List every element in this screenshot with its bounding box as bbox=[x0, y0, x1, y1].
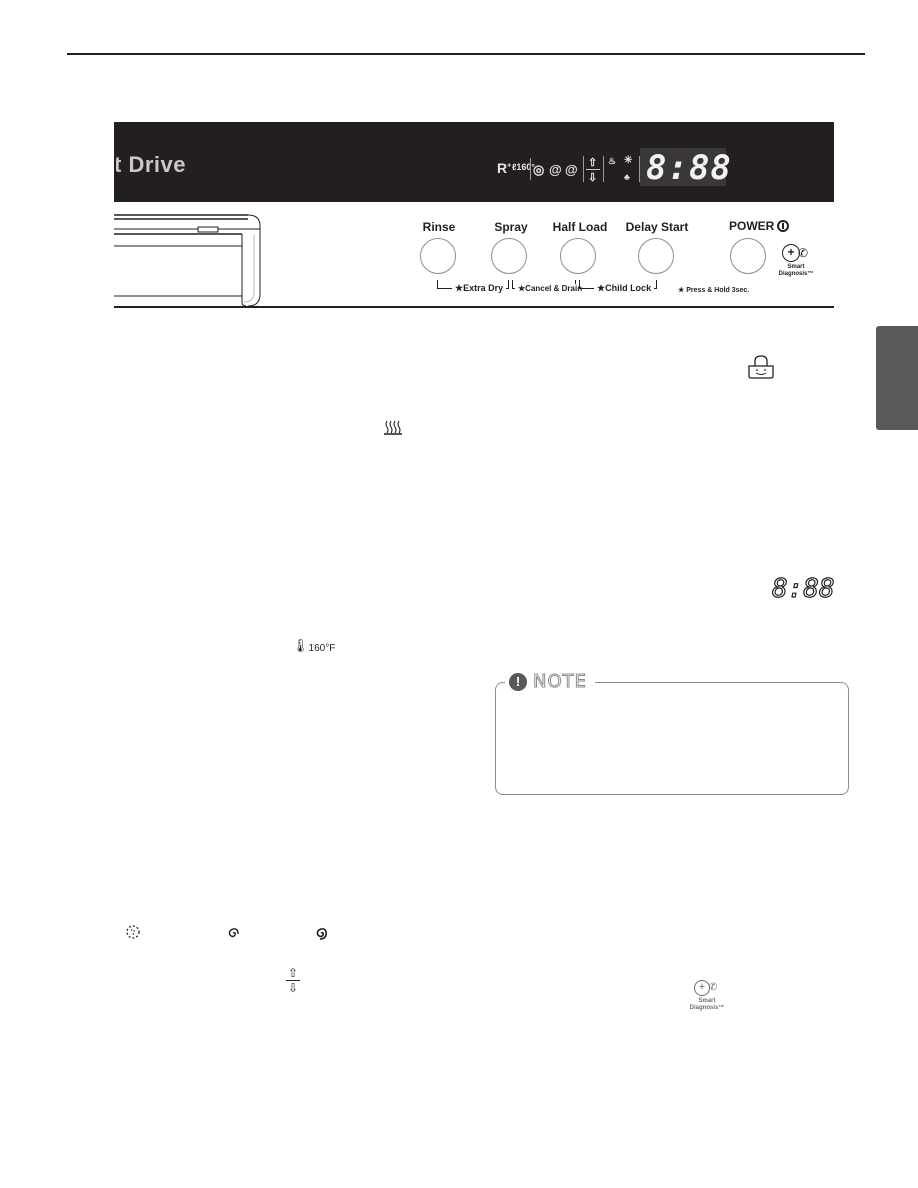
extra-dry-icon: ♨ bbox=[608, 156, 617, 166]
smart-diagnosis-logo[interactable]: + ✆ Smart Diagnosis™ bbox=[776, 244, 816, 278]
extra-dry-heat-icon bbox=[384, 420, 402, 435]
separator bbox=[530, 158, 531, 180]
section-tab bbox=[876, 326, 918, 430]
sanitize-temp-label: 160°F bbox=[308, 643, 336, 654]
child-lock-indicator-icon: ♣ bbox=[624, 172, 630, 182]
arrow-divider bbox=[586, 169, 600, 170]
arrow-down-icon: ⇩ bbox=[588, 172, 598, 184]
door-illustration bbox=[114, 214, 261, 307]
power-button[interactable] bbox=[730, 238, 766, 274]
arrow-up-down-icon: ⇧ ⇩ bbox=[286, 967, 300, 994]
smart-label: Smart bbox=[787, 264, 805, 270]
half-load-button[interactable] bbox=[560, 238, 596, 274]
arrow-up-icon: ⇧ bbox=[287, 966, 299, 980]
power-label-group: POWER bbox=[729, 219, 790, 233]
arrow-up-icon: ⇧ bbox=[588, 157, 598, 169]
press-hold-note: ★ Press & Hold 3sec. bbox=[678, 287, 750, 294]
arrow-down-icon: ⇩ bbox=[287, 981, 299, 995]
display-sample-icon: 8:88 bbox=[771, 573, 835, 604]
exclamation-icon: ! bbox=[509, 672, 527, 691]
strong-spray-icon: @ bbox=[565, 162, 578, 177]
extra-dry-label: ★Extra Dry bbox=[452, 283, 507, 294]
diagnosis-label: Diagnosis™ bbox=[778, 271, 814, 277]
note-box bbox=[495, 682, 849, 795]
power-icon bbox=[777, 220, 790, 232]
rinse-refill-indicator: R+ bbox=[497, 160, 512, 176]
smart-diagnosis-icon: + ✆ bbox=[776, 244, 816, 264]
smart-diagnosis-inline-icon: + ✆ Smart Diagnosis™ bbox=[686, 980, 728, 1012]
smart-diagnosis-symbol: + ✆ bbox=[686, 980, 728, 998]
separator bbox=[583, 156, 584, 182]
note-header: ! NOTE bbox=[505, 671, 596, 693]
separator bbox=[603, 156, 604, 182]
diagnosis-label: Diagnosis™ bbox=[689, 1005, 725, 1011]
delay-start-label: Delay Start bbox=[625, 220, 689, 234]
panel-edge bbox=[114, 148, 116, 176]
child-lock-label: ★Child Lock bbox=[594, 283, 655, 294]
medium-spray-icon: @ bbox=[549, 162, 562, 177]
note-title: NOTE bbox=[532, 671, 588, 693]
smart-label: Smart bbox=[698, 998, 716, 1004]
sanitize-indicator: ℓ160° bbox=[512, 162, 536, 172]
cancel-drain-label: ★Cancel & Drain bbox=[515, 284, 586, 293]
power-label: POWER bbox=[729, 219, 775, 233]
light-spray-icon: ◎ bbox=[533, 162, 545, 177]
high-temp-icon: ✳ bbox=[624, 155, 633, 166]
medium-spray-icon bbox=[228, 928, 239, 938]
thermometer-icon: 🌡 bbox=[292, 638, 309, 653]
display-digits: 8:88 bbox=[646, 148, 732, 188]
spray-button[interactable] bbox=[491, 238, 527, 274]
light-spray-icon bbox=[126, 925, 140, 939]
header-rule bbox=[67, 53, 865, 55]
child-lock-icon bbox=[748, 355, 774, 379]
delay-start-button[interactable] bbox=[638, 238, 674, 274]
strong-spray-icon bbox=[316, 928, 327, 940]
brand-text: t Drive bbox=[114, 152, 186, 177]
sanitize-temp-icon: 🌡 160°F bbox=[292, 638, 335, 654]
rinse-button[interactable] bbox=[420, 238, 456, 274]
panel-bottom-rule bbox=[114, 306, 834, 308]
